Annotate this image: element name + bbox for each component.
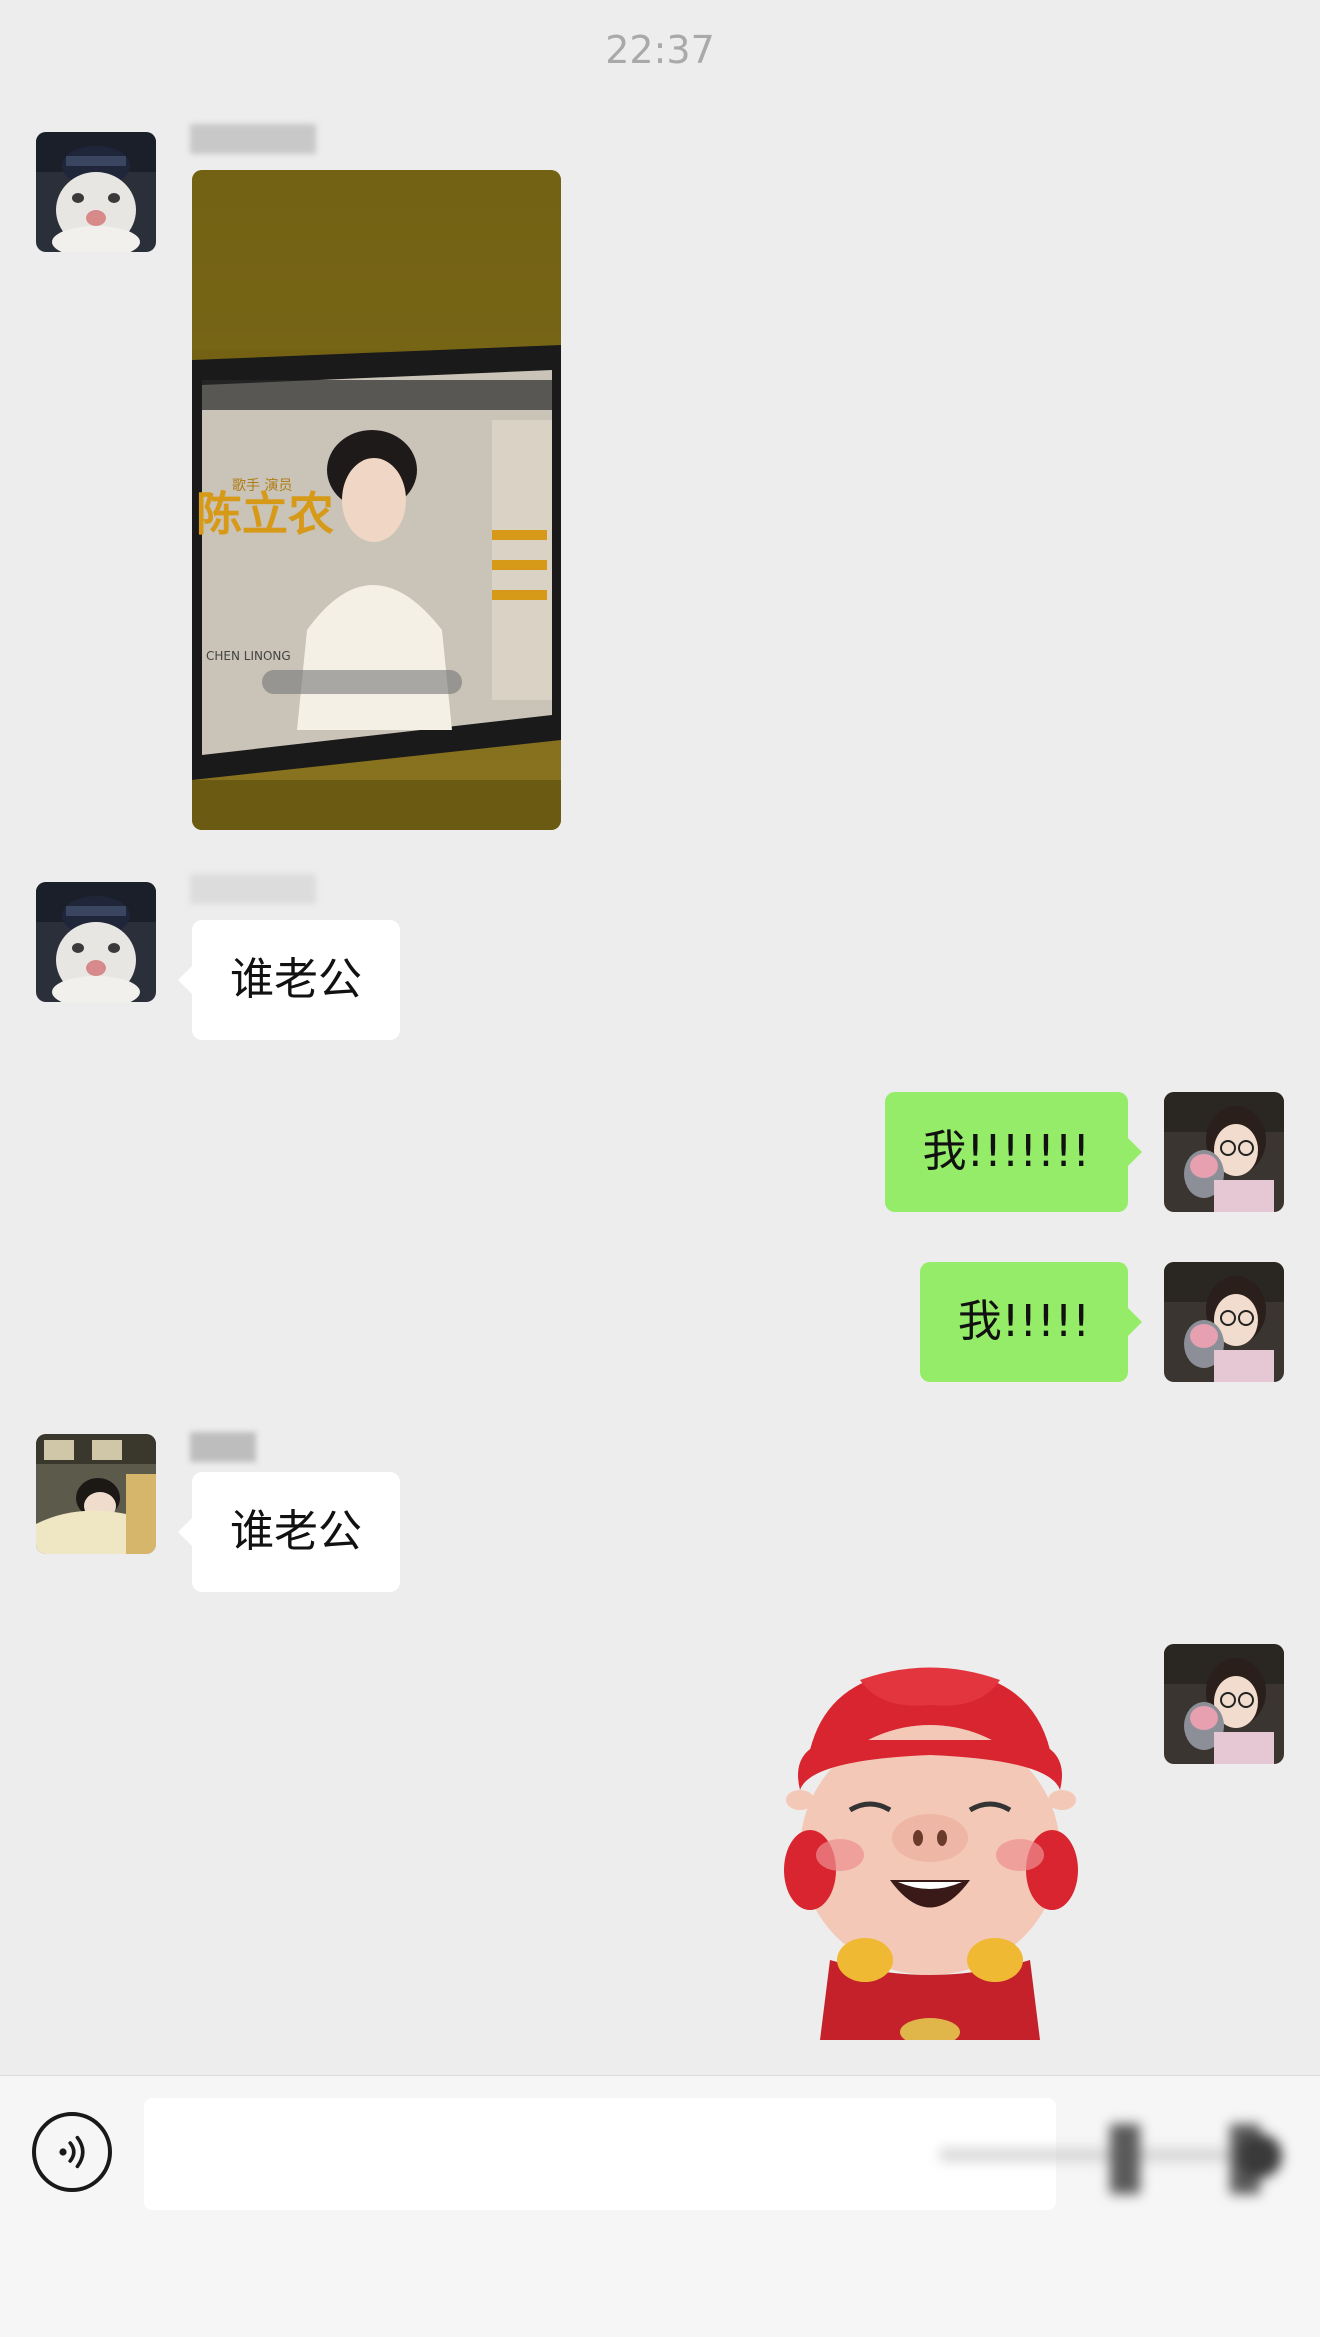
incoming-message-bubble[interactable]: 谁老公 — [178, 1472, 400, 1592]
voice-input-button[interactable] — [32, 2112, 112, 2192]
input-bar — [0, 2075, 1320, 2337]
outgoing-message-bubble[interactable]: 我!!!!! — [919, 1262, 1143, 1382]
photo-roles-text: 歌手 演员 — [232, 478, 292, 494]
redacted-icons — [940, 2104, 1300, 2204]
voice-icon — [59, 2135, 85, 2169]
incoming-message-bubble[interactable]: 谁老公 — [178, 920, 400, 1040]
message-input[interactable] — [144, 2098, 1056, 2210]
my-avatar[interactable] — [1164, 1262, 1284, 1382]
message-timestamp: 22:37 — [605, 28, 715, 72]
sender-name-redacted — [190, 1432, 256, 1462]
my-avatar[interactable] — [1164, 1092, 1284, 1212]
pig-sticker[interactable] — [770, 1660, 1090, 2040]
photo-latin-text: CHEN LINONG — [206, 649, 291, 663]
chat-area[interactable]: 22:37 陈立农 歌手 演员 CHEN LINONG 谁老公 我!!!!!!!… — [0, 0, 1320, 2075]
shared-photo[interactable]: 陈立农 歌手 演员 CHEN LINONG — [192, 170, 561, 830]
sender-name-redacted — [190, 874, 316, 904]
contact-avatar-girl[interactable] — [36, 1434, 156, 1554]
sender-name-redacted — [190, 124, 316, 154]
contact-avatar-cat[interactable] — [36, 882, 156, 1002]
contact-avatar-cat[interactable] — [36, 132, 156, 252]
photo-name-text: 陈立农 — [196, 487, 334, 541]
outgoing-message-bubble[interactable]: 我!!!!!!! — [884, 1092, 1143, 1212]
my-avatar[interactable] — [1164, 1644, 1284, 1764]
